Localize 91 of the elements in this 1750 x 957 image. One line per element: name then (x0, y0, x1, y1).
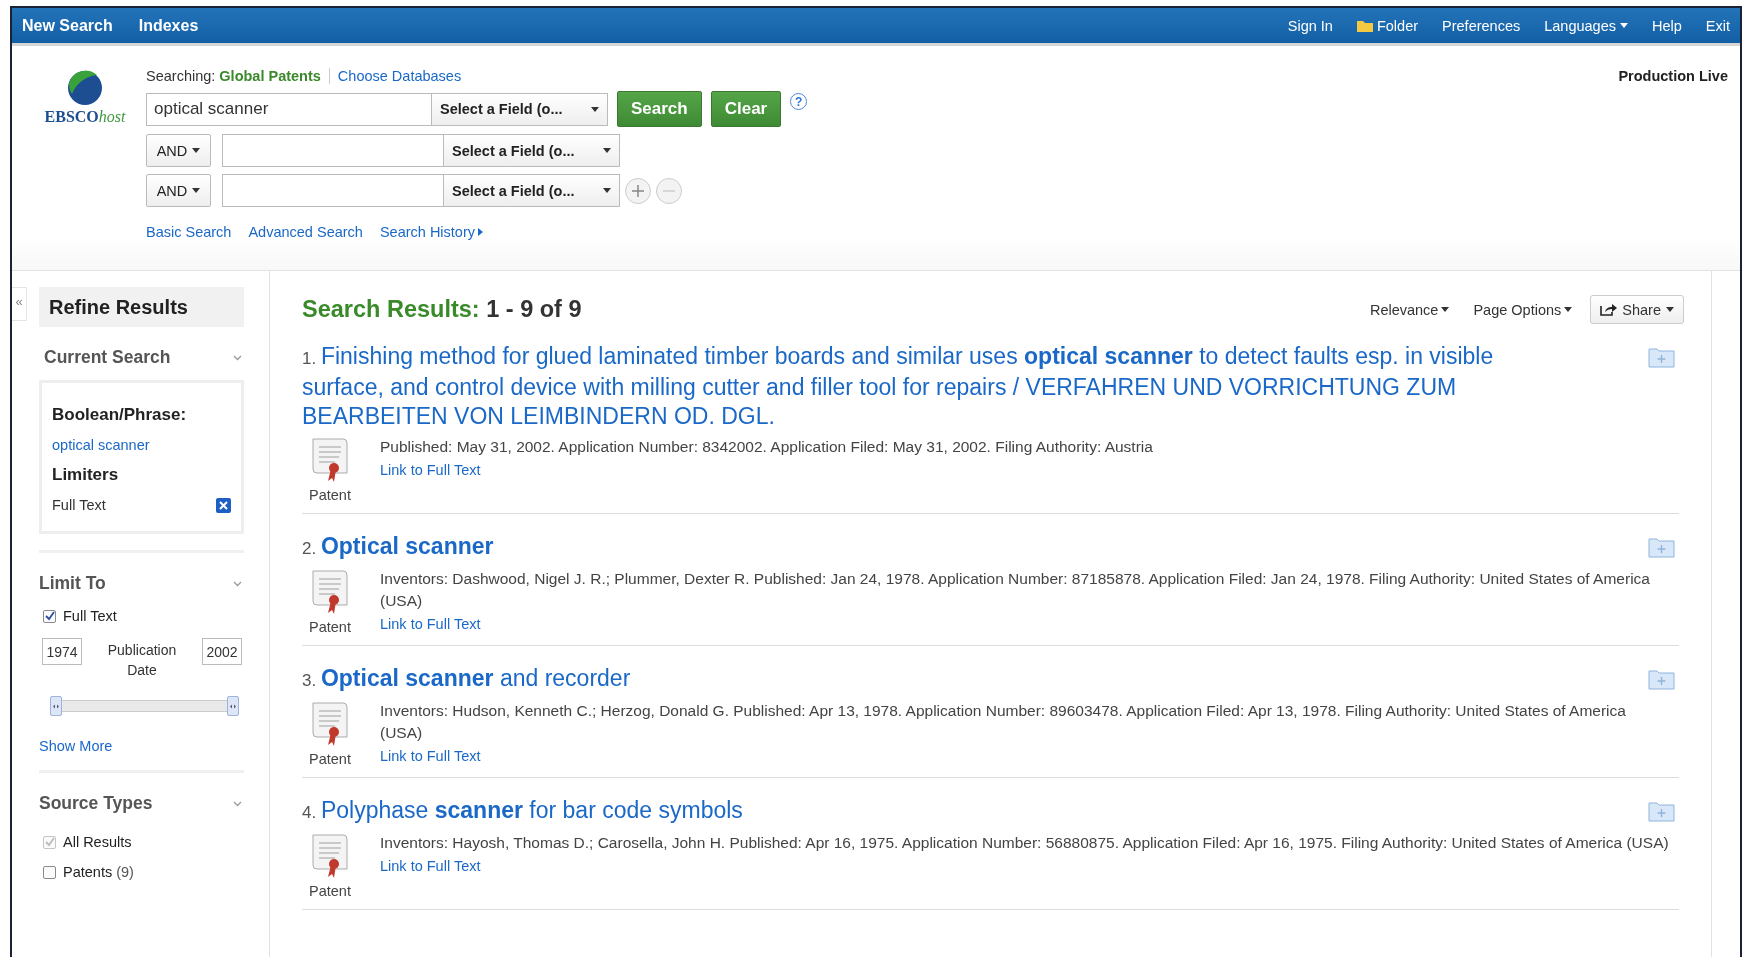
result-details: Inventors: Hayosh, Thomas D.; Carosella, John H. Published: Apr 16, 1975. Application Number: 56880875. Application Filed: Apr 16, 1975. Filing Authority: United States of America (USA) (380, 833, 1669, 853)
folder-icon (1356, 19, 1373, 32)
result-details: Inventors: Dashwood, Nigel J. R.; Plummer, Dexter R. Published: Jan 24, 1978. Application Number: 87185878. Application Filed: Jan 24, 1978. Filing Authority: United States of America (USA) (380, 569, 1651, 611)
full-text-link[interactable]: Link to Full Text (380, 858, 1669, 874)
nav-link[interactable]: Help (1652, 17, 1682, 34)
field-dropdown[interactable]: Select a Field (o... (431, 92, 608, 126)
checkbox[interactable] (43, 609, 56, 623)
nav-link[interactable]: Indexes (138, 16, 199, 35)
checkbox-label: Full Text (63, 608, 117, 624)
type-label: Patent (309, 487, 351, 503)
caret-icon (1564, 307, 1573, 312)
section-title: Source Types (39, 793, 153, 814)
full-text-link[interactable]: Link to Full Text (380, 616, 1670, 632)
remove-limiter-button[interactable] (216, 497, 231, 513)
full-text-link[interactable]: Link to Full Text (380, 748, 1670, 764)
add-row-button[interactable] (625, 177, 651, 204)
date-to-field[interactable]: 2002 (202, 638, 242, 665)
share-icon (1600, 303, 1618, 316)
slider-thumb[interactable] (227, 696, 239, 716)
section-title: Current Search (43, 347, 171, 368)
caret-icon (1620, 23, 1628, 28)
share-button[interactable]: Share (1590, 295, 1684, 324)
languages-menu[interactable]: Languages (1544, 17, 1628, 34)
result-title: 4. Polyphase scanner for bar code symbols (302, 796, 743, 825)
search-mode-link[interactable]: Basic Search (146, 224, 232, 240)
operator-dropdown[interactable]: AND (146, 174, 211, 207)
show-more-link[interactable]: Show More (39, 738, 244, 754)
environment-label: Production Live (1618, 68, 1728, 86)
search-mode-link[interactable]: Advanced Search (248, 224, 363, 240)
result-details: Published: May 31, 2002. Application Number: 8342002. Application Filed: May 31, 2002. Filing Authority: Austria (380, 437, 1153, 457)
searching-label: Searching: (146, 68, 216, 84)
section-title: Limit To (39, 573, 106, 594)
result-title: 2. Optical scanner (302, 532, 494, 561)
caret-icon (603, 148, 611, 153)
nav-link[interactable]: Preferences (1442, 17, 1521, 34)
plus-icon (632, 184, 644, 197)
logo-icon (67, 70, 103, 106)
collapse-button[interactable]: « (12, 287, 27, 321)
search-field[interactable]: optical scanner (146, 92, 431, 126)
nav-link[interactable]: New Search (22, 16, 113, 35)
full-text-link[interactable]: Link to Full Text (380, 462, 1153, 478)
date-from-field[interactable]: 1974 (42, 638, 82, 665)
sort-menu[interactable]: Relevance (1369, 301, 1450, 318)
caret-icon (1666, 307, 1674, 312)
chevron-icon[interactable] (233, 354, 242, 361)
chevron-icon[interactable] (233, 580, 242, 587)
limiter-label: Full Text (52, 497, 106, 513)
database-name: Global Patents (219, 68, 330, 84)
add-to-folder-icon[interactable] (1648, 536, 1675, 558)
chevron-icon[interactable] (233, 800, 242, 807)
logo-text: EBSCOhost (44, 108, 126, 126)
caret-icon (192, 188, 201, 193)
operator-dropdown[interactable]: AND (146, 134, 211, 167)
folder-link[interactable]: Folder (1356, 17, 1419, 34)
date-range-slider[interactable] (50, 696, 239, 716)
nav-link[interactable]: Sign In (1287, 17, 1333, 34)
checkbox[interactable] (43, 865, 56, 879)
field-dropdown[interactable]: Select a Field (o... (443, 174, 620, 207)
result-title: 1. Finishing method for glued laminated timber boards and similar uses optical scanner to detect faults esp. in visible surface, and control device with milling cutter and filler tool for repairs / VERFAHREN UND VORRICHTUNG ZUM BEARBEITEN VON LEIMBINDERN OD. DGL. (302, 342, 1495, 431)
add-to-folder-icon[interactable] (1648, 346, 1675, 368)
checkbox-label: Patents (9) (63, 864, 134, 880)
refine-results-title: Refine Results (39, 287, 244, 327)
results-heading: Search Results: 1 - 9 of 9 (302, 296, 582, 323)
caret-icon (591, 106, 599, 112)
caret-icon (192, 148, 201, 153)
add-to-folder-icon[interactable] (1648, 800, 1675, 822)
search-field[interactable] (222, 174, 443, 207)
sort-menu[interactable]: Page Options (1473, 301, 1573, 318)
type-label: Patent (309, 751, 351, 767)
clear-button[interactable]: Clear (710, 91, 782, 127)
triangle-icon (478, 228, 483, 236)
remove-row-button[interactable] (656, 177, 682, 204)
result-details: Inventors: Hudson, Kenneth C.; Herzog, Donald G. Published: Apr 13, 1978. Application Number: 89603478. Application Filed: Apr 13, 1978. Filing Authority: United States of America (USA) (380, 701, 1627, 743)
type-label: Patent (309, 883, 351, 899)
caret-icon (1441, 307, 1450, 312)
search-field[interactable] (222, 134, 443, 167)
field-dropdown[interactable]: Select a Field (o... (443, 134, 620, 167)
limiters-label: Limiters (52, 465, 120, 485)
type-label: Patent (309, 619, 351, 635)
slider-thumb[interactable] (50, 696, 62, 716)
boolean-label: Boolean/Phrase: (52, 405, 188, 425)
query-link[interactable]: optical scanner (52, 437, 231, 453)
caret-icon (603, 188, 611, 193)
choose-databases-link[interactable]: Choose Databases (337, 68, 462, 84)
nav-link[interactable]: Exit (1705, 17, 1730, 34)
search-mode-link[interactable]: Search History (379, 224, 483, 240)
add-to-folder-icon[interactable] (1648, 668, 1675, 690)
checkbox-label: All Results (63, 834, 132, 850)
result-title: 3. Optical scanner and recorder (302, 664, 631, 693)
search-button[interactable]: Search (617, 91, 702, 127)
date-label: Publication Date (106, 641, 178, 680)
